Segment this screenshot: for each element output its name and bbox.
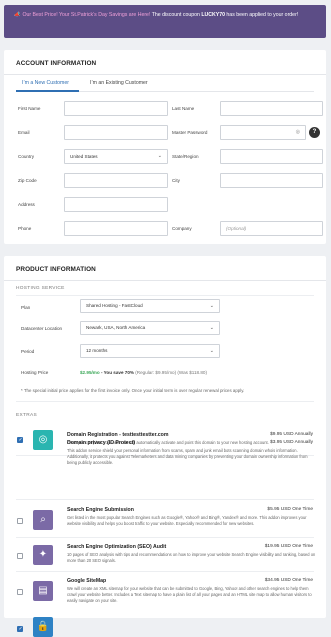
chevron-down-icon: ⌄ — [209, 303, 214, 309]
phone-input[interactable] — [64, 221, 168, 236]
plan-select[interactable]: Shared Hosting - FastCloud ⌄ — [80, 299, 220, 313]
account-information-card: ACCOUNT INFORMATION I’m a New Customer I… — [4, 50, 326, 244]
email-label: Email — [18, 130, 30, 135]
promo-suffix: has been applied to your order! — [224, 12, 299, 18]
extra-price: $19.95 USD One Time — [264, 544, 313, 549]
datacenter-label: Datacenter Location — [21, 326, 63, 331]
first-name-input[interactable] — [64, 101, 168, 116]
account-section-title: ACCOUNT INFORMATION — [16, 60, 97, 67]
product-information-card: PRODUCT INFORMATION HOSTING SERVICE Plan… — [4, 256, 326, 637]
period-label: Period — [21, 349, 35, 354]
extra-description: Get listed in the most popular Search En… — [67, 515, 307, 527]
extra-description: This addon service shield your personal … — [67, 448, 308, 466]
extra-description: 10 pages of SEO analysis with tips and r… — [67, 552, 316, 564]
address-input[interactable] — [64, 197, 168, 212]
sitemap-icon: ▤ — [33, 581, 53, 601]
first-name-label: First Name — [18, 106, 41, 111]
initial-price-note: * The special initial price applies for … — [21, 388, 245, 393]
extra-name: Google SiteMap — [67, 578, 107, 584]
hosting-price: $2.95/mo - You save 70% (Regular: $9.95/… — [80, 370, 207, 375]
state-label: State/Region — [172, 154, 199, 159]
last-name-input[interactable] — [220, 101, 323, 116]
period-value: 12 months — [86, 348, 108, 353]
product-section-title: PRODUCT INFORMATION — [16, 266, 96, 273]
divider — [4, 280, 326, 281]
master-password-input[interactable]: ◎ — [220, 125, 306, 140]
last-name-label: Last Name — [172, 106, 195, 111]
city-label: City — [172, 178, 180, 183]
company-label: Company — [172, 226, 192, 231]
extra-price: $5.95 USD One Time — [267, 507, 313, 512]
plan-label: Plan — [21, 305, 31, 310]
extra-checkbox[interactable] — [17, 553, 23, 559]
globe-icon: ◎ — [33, 430, 53, 450]
show-password-icon[interactable]: ◎ — [296, 126, 300, 139]
password-help-icon[interactable]: ? — [309, 127, 320, 138]
hosting-service-title: HOSTING SERVICE — [16, 286, 65, 291]
city-input[interactable] — [220, 173, 323, 188]
chevron-down-icon: ⌄ — [209, 325, 214, 331]
tab-existing-customer[interactable]: I’m an Existing Customer — [90, 80, 148, 86]
price-save: - You save 70% — [99, 370, 136, 375]
phone-label: Phone — [18, 226, 32, 231]
extra-name: Domain Registration - testtesttestter.co… — [67, 432, 169, 438]
divider — [4, 74, 326, 75]
promo-text: The discount coupon — [151, 12, 202, 18]
promo-coupon: LUCKY70 — [201, 12, 225, 18]
promo-banner: 📣 Our Best Price! Your St.Patrick’s Day S… — [4, 5, 326, 38]
extras-title: EXTRAS — [16, 413, 37, 418]
zip-label: Zip Code — [18, 178, 37, 183]
master-password-label: Master Password — [172, 130, 208, 135]
extra-checkbox[interactable] — [17, 518, 23, 524]
hosting-price-label: Hosting Price — [21, 370, 49, 375]
extra-checkbox[interactable] — [17, 626, 23, 632]
company-input[interactable]: (Optional) — [220, 221, 323, 236]
country-label: Country — [18, 154, 35, 159]
address-label: Address — [18, 202, 35, 207]
extra-description: We will create an XML sitemap for your w… — [67, 586, 312, 604]
price-new: $2.95/mo — [80, 370, 100, 375]
tab-new-customer[interactable]: I’m a New Customer — [22, 80, 69, 86]
chevron-down-icon: ⌄ — [209, 348, 214, 354]
lock-icon: 🔒 — [33, 617, 53, 637]
extra-price: $9.95 USD Annually — [270, 432, 313, 437]
price-regular: (Regular: $9.95/mo) (Was $118.80) — [135, 370, 207, 375]
tab-active-indicator — [16, 90, 79, 92]
datacenter-select[interactable]: Newark, USA, North America ⌄ — [80, 321, 220, 335]
email-input[interactable] — [64, 125, 168, 140]
extra-checkbox[interactable] — [17, 589, 23, 595]
divider — [16, 571, 314, 572]
country-value: United States — [70, 154, 98, 159]
extra-name: Search Engine Submission — [67, 507, 134, 513]
promo-headline: Our Best Price! Your St.Patrick’s Day Sa… — [22, 12, 152, 18]
divider — [16, 401, 314, 402]
period-select[interactable]: 12 months ⌄ — [80, 344, 220, 358]
extra-name: Search Engine Optimization (SEO) Audit — [67, 544, 167, 550]
megaphone-icon: 📣 — [14, 12, 21, 18]
extra-price: $3.95 USD Annually — [270, 440, 313, 445]
state-input[interactable] — [220, 149, 323, 164]
extra-name: Domain privacy (ID Protect) — [67, 440, 136, 446]
search-doc-icon: ⌕ — [33, 510, 53, 530]
seo-sparkle-icon: ✦ — [33, 545, 53, 565]
chevron-down-icon: ⌄ — [157, 153, 162, 159]
country-select[interactable]: United States ⌄ — [64, 149, 168, 164]
datacenter-value: Newark, USA, North America — [86, 325, 146, 330]
divider — [16, 295, 314, 296]
extra-price: $34.95 USD One Time — [264, 578, 313, 583]
plan-value: Shared Hosting - FastCloud — [86, 303, 143, 308]
zip-input[interactable] — [64, 173, 168, 188]
extra-checkbox[interactable] — [17, 437, 23, 443]
divider — [16, 537, 314, 538]
divider — [16, 499, 314, 500]
